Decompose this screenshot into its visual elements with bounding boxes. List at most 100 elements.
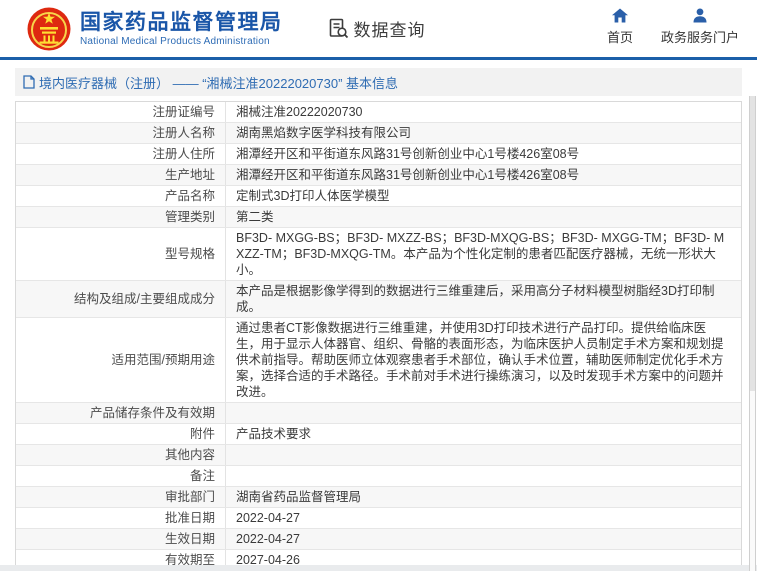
row-label-text: 产品名称 [164,189,215,203]
row-label: 注册人名称 [16,123,226,143]
row-value [226,466,741,486]
page: 国家药品监督管理局 National Medical Products Admi… [0,0,757,571]
row-label-text: 适用范围/预期用途 [111,353,215,367]
row-label-text: 注册人住所 [152,147,215,161]
table-row: 审批部门 湖南省药品监督管理局 [16,487,741,508]
table-row: 批准日期 2022-04-27 [16,508,741,529]
table-row: 附件 产品技术要求 [16,424,741,445]
document-icon [23,75,35,89]
row-label-text: 批准日期 [164,511,215,525]
row-label: 型号规格 [16,228,226,280]
table-row: 生效日期 2022-04-27 [16,529,741,550]
site-titles: 国家药品监督管理局 National Medical Products Admi… [80,11,283,47]
row-value: 湘械注准20222020730 [226,102,741,122]
table-row: 备注 [16,466,741,487]
row-value: 湖南黑焰数字医学科技有限公司 [226,123,741,143]
row-value: 湖南省药品监督管理局 [226,487,741,507]
row-label: 审批部门 [16,487,226,507]
table-row: 管理类别 第二类 [16,207,741,228]
row-value-text: 定制式3D打印人体医学模型 [236,189,390,203]
table-row: 适用范围/预期用途 通过患者CT影像数据进行三维重建，并使用3D打印技术进行产品打… [16,318,741,403]
row-label-text: 型号规格 [164,247,215,261]
main-content: 境内医疗器械（注册） —— “湘械注准20222020730” 基本信息 注册证… [15,68,742,571]
header-divider [0,57,757,60]
row-label-text: 生效日期 [164,532,215,546]
row-value: 2022-04-27 [226,529,741,549]
row-label-text: 备注 [189,469,215,483]
table-row: 注册人名称 湖南黑焰数字医学科技有限公司 [16,123,741,144]
row-value-text: 湖南黑焰数字医学科技有限公司 [236,126,412,140]
row-label-text: 其他内容 [164,448,215,462]
row-value [226,403,741,423]
data-query-tab[interactable]: 数据查询 [328,16,426,41]
site-subtitle: National Medical Products Administration [80,35,270,47]
row-value-text: 第二类 [236,210,274,224]
row-value: BF3D- MXGG-BS；BF3D- MXZZ-BS；BF3D-MXQG-BS… [226,228,741,280]
site-logo[interactable]: 国家药品监督管理局 National Medical Products Admi… [27,7,283,51]
row-label: 产品名称 [16,186,226,206]
row-label-text: 管理类别 [164,210,215,224]
row-label: 注册证编号 [16,102,226,122]
row-label: 产品储存条件及有效期 [16,403,226,423]
row-label-text: 注册人名称 [152,126,215,140]
row-value-text: 产品技术要求 [236,427,312,441]
row-value: 湘潭经开区和平街道东风路31号创新创业中心1号楼426室08号 [226,165,741,185]
row-label: 批准日期 [16,508,226,528]
nav-gov-portal-label: 政务服务门户 [660,30,739,45]
table-row: 结构及组成/主要组成成分 本产品是根据影像学得到的数据进行三维重建后，采用高分子材… [16,281,741,318]
nav-home-label: 首页 [606,30,633,45]
site-title: 国家药品监督管理局 [80,10,283,34]
row-value: 湘潭经开区和平街道东风路31号创新创业中心1号楼426室08号 [226,144,741,164]
row-value-text: 2022-04-27 [236,532,300,546]
footer-strip [0,565,757,571]
row-value-text: 本产品是根据影像学得到的数据进行三维重建后，采用高分子材料模型树脂经3D打印制成… [236,284,715,314]
table-row: 注册人住所 湘潭经开区和平街道东风路31号创新创业中心1号楼426室08号 [16,144,741,165]
row-label: 管理类别 [16,207,226,227]
row-value-text: 湘潭经开区和平街道东风路31号创新创业中心1号楼426室08号 [236,168,580,182]
breadcrumb-text: 境内医疗器械（注册） —— “湘械注准20222020730” 基本信息 [39,75,399,91]
row-label: 备注 [16,466,226,486]
row-label-text: 注册证编号 [152,105,215,119]
scrollbar[interactable] [749,96,756,571]
row-value-text: 湘械注准20222020730 [236,105,363,119]
home-icon [611,8,628,23]
row-value: 2022-04-27 [226,508,741,528]
row-value [226,445,741,465]
header-nav: 首页 政务服务门户 [607,8,739,46]
row-value-text: 通过患者CT影像数据进行三维重建，并使用3D打印技术进行产品打印。提供给临床医生… [236,321,724,399]
row-label-text: 附件 [189,427,215,441]
row-value: 定制式3D打印人体医学模型 [226,186,741,206]
table-row: 生产地址 湘潭经开区和平街道东风路31号创新创业中心1号楼426室08号 [16,165,741,186]
row-label: 适用范围/预期用途 [16,318,226,402]
row-value-text: 2022-04-27 [236,511,300,525]
table-row: 产品名称 定制式3D打印人体医学模型 [16,186,741,207]
row-value: 产品技术要求 [226,424,741,444]
row-label: 生效日期 [16,529,226,549]
breadcrumb: 境内医疗器械（注册） —— “湘械注准20222020730” 基本信息 [15,68,742,96]
user-icon [693,8,707,23]
row-value: 第二类 [226,207,741,227]
national-emblem-icon [27,7,71,50]
row-value: 通过患者CT影像数据进行三维重建，并使用3D打印技术进行产品打印。提供给临床医生… [226,318,741,402]
row-label-text: 结构及组成/主要组成成分 [74,292,215,306]
row-label: 其他内容 [16,445,226,465]
row-label-text: 审批部门 [164,490,215,504]
row-label: 注册人住所 [16,144,226,164]
row-label-text: 产品储存条件及有效期 [89,406,215,420]
data-query-label: 数据查询 [353,21,426,40]
nav-home[interactable]: 首页 [607,8,633,46]
row-value: 本产品是根据影像学得到的数据进行三维重建后，采用高分子材料模型树脂经3D打印制成… [226,281,741,317]
table-row: 产品储存条件及有效期 [16,403,741,424]
scrollbar-thumb[interactable] [750,96,755,391]
site-header: 国家药品监督管理局 National Medical Products Admi… [0,0,757,57]
table-row: 其他内容 [16,445,741,466]
table-row: 注册证编号 湘械注准20222020730 [16,102,741,123]
row-value-text: 湘潭经开区和平街道东风路31号创新创业中心1号楼426室08号 [236,147,580,161]
document-search-icon [329,18,348,39]
row-value-text: BF3D- MXGG-BS；BF3D- MXZZ-BS；BF3D-MXQG-BS… [236,231,725,277]
table-row: 型号规格 BF3D- MXGG-BS；BF3D- MXZZ-BS；BF3D-MXQ… [16,228,741,281]
row-label: 结构及组成/主要组成成分 [16,281,226,317]
nav-gov-portal[interactable]: 政务服务门户 [661,8,739,46]
info-table: 注册证编号 湘械注准20222020730 注册人名称 湖南黑焰数字医学科技有限公司注… [15,101,742,571]
row-value-text: 湖南省药品监督管理局 [236,490,362,504]
